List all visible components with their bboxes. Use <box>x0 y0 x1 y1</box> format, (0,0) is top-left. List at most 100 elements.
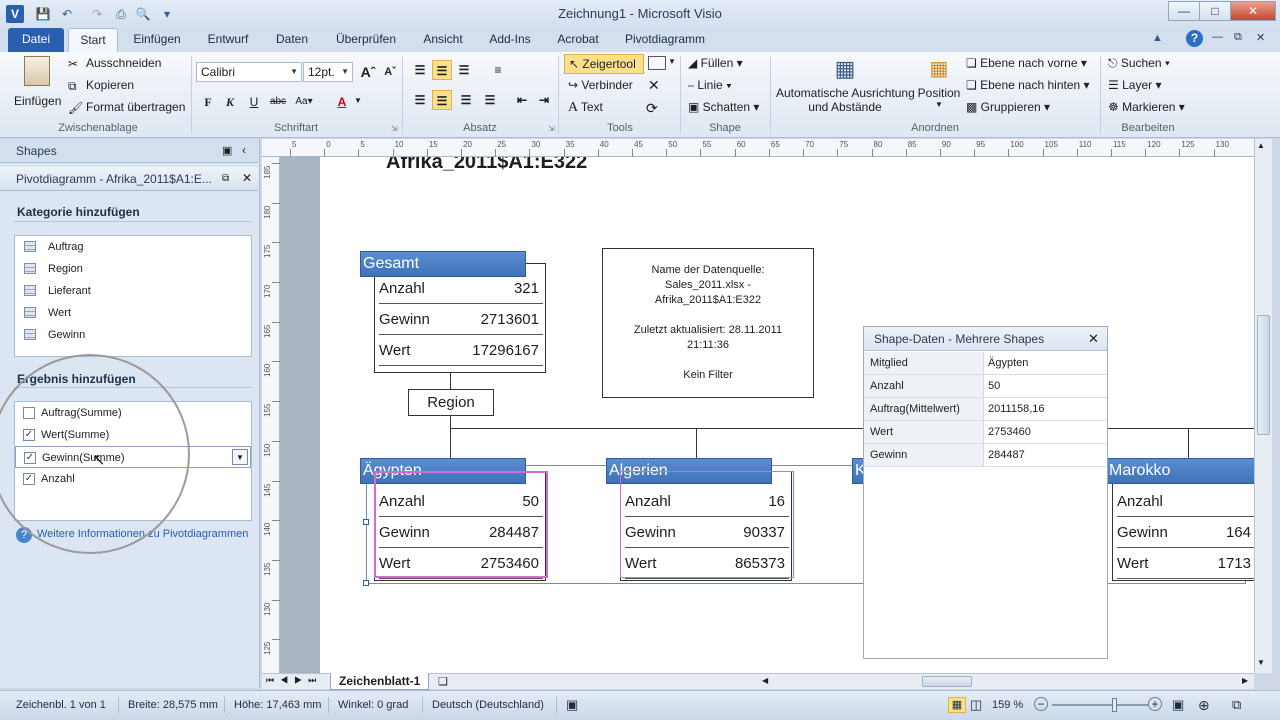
align-center-icon[interactable]: ☰ <box>432 90 452 110</box>
shape-data-row[interactable]: Gewinn 284487 <box>864 444 1107 467</box>
shape-data-value[interactable]: 284487 <box>988 444 1025 466</box>
close-icon[interactable]: ✕ <box>1088 331 1099 347</box>
font-color-button[interactable]: A <box>332 92 352 112</box>
tab-data[interactable]: Daten <box>268 28 316 52</box>
rectangle-tool-icon[interactable] <box>648 56 666 70</box>
category-item[interactable]: Region <box>15 258 251 280</box>
switch-windows-icon[interactable]: ⧉ <box>1232 696 1241 714</box>
maximize-button[interactable]: □ <box>1199 1 1231 21</box>
zoom-out-icon[interactable]: − <box>1034 697 1048 711</box>
scroll-up-icon[interactable]: ▲ <box>1257 141 1265 150</box>
tab-start[interactable]: Start <box>68 28 118 52</box>
underline-button[interactable]: U <box>244 92 264 112</box>
category-item[interactable]: Wert <box>15 302 251 324</box>
justify-icon[interactable]: ☰ <box>480 90 500 110</box>
copy-button[interactable]: ⧉ Kopieren <box>68 78 134 93</box>
cut-button[interactable]: ✂ Ausschneiden <box>68 56 161 71</box>
category-item[interactable]: Gewinn <box>15 324 251 346</box>
pointer-tool-button[interactable]: ↖ Zeigertool <box>564 54 644 74</box>
connector-tool-button[interactable]: ↪ Verbinder <box>568 78 633 92</box>
insert-page-icon[interactable]: ❏ <box>438 675 448 688</box>
category-item[interactable]: Lieferant <box>15 280 251 302</box>
macro-record-icon[interactable]: ▣ <box>566 696 578 714</box>
tab-file[interactable]: Datei <box>8 28 64 52</box>
bring-forward-button[interactable]: ❏ Ebene nach vorne ▾ <box>966 56 1087 70</box>
close-button[interactable]: ✕ <box>1230 1 1276 21</box>
category-item[interactable]: Auftrag <box>15 236 251 258</box>
total-node-box[interactable]: Anzahl 321 Gewinn 2713601 Wert 17296167 <box>374 263 546 373</box>
shape-data-row[interactable]: Auftrag(Mittelwert) 2011158,16 <box>864 398 1107 421</box>
shape-data-value[interactable]: 2753460 <box>988 421 1031 443</box>
tab-insert[interactable]: Einfügen <box>126 28 188 52</box>
scroll-thumb[interactable] <box>1257 315 1270 435</box>
hscroll-thumb[interactable] <box>922 676 972 687</box>
shape-data-row[interactable]: Mitglied Ägypten <box>864 352 1107 375</box>
shape-data-value[interactable]: 50 <box>988 375 1000 397</box>
dropdown-arrow-icon[interactable]: ▼ <box>232 449 248 465</box>
zoom-slider-track[interactable] <box>1052 704 1148 706</box>
scroll-right-icon[interactable]: ▶ <box>1242 676 1248 685</box>
status-language[interactable]: Deutsch (Deutschland) <box>432 696 544 714</box>
grow-font-icon[interactable]: Aˆ <box>358 62 378 82</box>
pan-zoom-icon[interactable]: ⊕ <box>1198 696 1210 714</box>
text-tool-button[interactable]: A Text <box>568 100 603 116</box>
selection-handle[interactable] <box>363 580 369 586</box>
close-pane-icon[interactable]: ✕ <box>242 171 252 185</box>
align-right-icon[interactable]: ☰ <box>456 90 476 110</box>
font-size-combo[interactable]: 12pt. ▼ <box>303 62 353 82</box>
fit-page-icon[interactable]: ▣ <box>1172 696 1184 714</box>
shape-data-value[interactable]: Ägypten <box>988 352 1028 374</box>
case-icon[interactable]: Aa▾ <box>294 92 314 112</box>
sheet-nav-icons[interactable]: ⏮◀▶⏭ <box>266 675 322 686</box>
total-node-header[interactable]: Gesamt <box>360 251 526 277</box>
decrease-indent-icon[interactable]: ⇤ <box>512 90 532 110</box>
italic-button[interactable]: K <box>220 92 240 112</box>
normal-view-icon[interactable]: ▦ <box>948 697 966 713</box>
tab-view[interactable]: Ansicht <box>414 28 472 52</box>
doc-close-icon[interactable]: ✕ <box>1256 31 1265 44</box>
pane-dock-icon[interactable]: ▣ <box>222 144 232 157</box>
delete-connector-icon[interactable]: ✕ <box>648 77 660 94</box>
shape-data-row[interactable]: Anzahl 50 <box>864 375 1107 398</box>
fill-button[interactable]: ◢ Füllen ▾ <box>688 56 743 70</box>
minimize-button[interactable]: — <box>1168 1 1200 21</box>
format-painter-button[interactable]: 🖌 Format übertragen <box>68 100 185 115</box>
tab-acrobat[interactable]: Acrobat <box>550 28 606 52</box>
bold-button[interactable]: F <box>198 92 218 112</box>
increase-indent-icon[interactable]: ⇥ <box>534 90 554 110</box>
status-page[interactable]: Zeichenbl. 1 von 1 <box>16 696 106 714</box>
data-source-info-box[interactable]: Name der Datenquelle: Sales_2011.xlsx - … <box>602 248 814 398</box>
bullets-icon[interactable]: ≡ <box>488 60 508 80</box>
chevron-down-icon[interactable]: ▼ <box>354 96 362 105</box>
group-button[interactable]: ▩ Gruppieren ▾ <box>966 100 1050 114</box>
pane-options-icon[interactable]: ⧉ <box>222 173 229 184</box>
shape-data-row[interactable]: Wert 2753460 <box>864 421 1107 444</box>
selection-handle[interactable] <box>363 519 369 525</box>
vertical-scrollbar[interactable]: ▲ ▼ <box>1254 139 1272 673</box>
shrink-font-icon[interactable]: Aˇ <box>380 62 400 82</box>
find-button[interactable]: ⎋ Suchen ▾ <box>1108 56 1170 71</box>
strikethrough-button[interactable]: abc <box>268 92 288 112</box>
select-button[interactable]: ☸ Markieren ▾ <box>1108 100 1185 114</box>
rotate-text-icon[interactable]: ⟳ <box>646 100 658 117</box>
node-header[interactable]: Marokko <box>1106 458 1254 484</box>
tab-pivotdiagram[interactable]: Pivotdiagramm <box>618 28 712 52</box>
dialog-launcher-icon[interactable]: ⇲ <box>391 124 398 133</box>
scroll-down-icon[interactable]: ▼ <box>1257 658 1265 667</box>
font-name-combo[interactable]: Calibri ▼ <box>196 62 302 82</box>
full-screen-icon[interactable]: ◫ <box>970 696 982 714</box>
shadow-button[interactable]: ▣ Schatten ▾ <box>688 100 759 114</box>
region-label-box[interactable]: Region <box>408 389 494 416</box>
zoom-level[interactable]: 159 % <box>992 696 1023 714</box>
align-left-icon[interactable]: ☰ <box>410 90 430 110</box>
dialog-launcher-icon[interactable]: ⇲ <box>548 124 555 133</box>
tab-review[interactable]: Überprüfen <box>328 28 404 52</box>
doc-restore-icon[interactable]: ⧉ <box>1234 31 1242 44</box>
chevron-down-icon[interactable]: ▼ <box>668 57 676 66</box>
help-icon[interactable]: ? <box>1186 30 1203 47</box>
tab-design[interactable]: Entwurf <box>200 28 256 52</box>
drawing-page[interactable]: Afrika_2011$A1:E322 Anzahl 321 Gewinn 2713… <box>320 157 1254 673</box>
tab-addins[interactable]: Add-Ins <box>482 28 538 52</box>
auto-align-button[interactable]: ▦ Automatische Ausrichtung und Abstände <box>776 56 915 120</box>
align-bottom-icon[interactable]: ☰ <box>454 60 474 80</box>
